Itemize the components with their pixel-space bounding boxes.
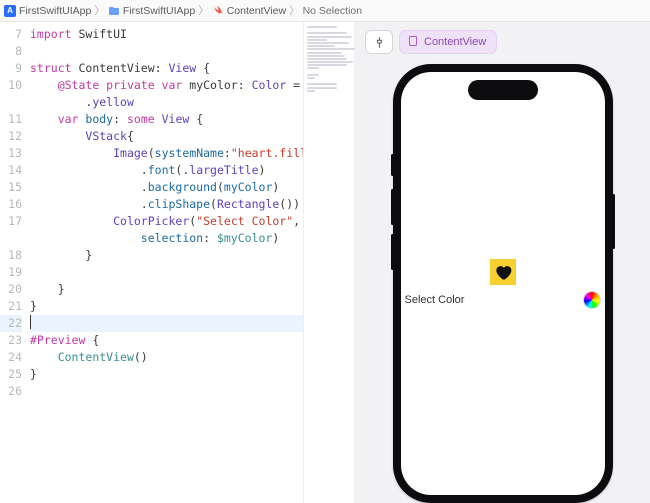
app-icon: A xyxy=(4,5,16,17)
breadcrumb-app[interactable]: A FirstSwiftUIApp xyxy=(4,5,91,17)
device-side-button xyxy=(391,234,394,270)
device-side-button xyxy=(612,194,615,249)
heart-image xyxy=(490,259,516,285)
color-picker-row[interactable]: Select Color xyxy=(401,291,605,309)
breadcrumb-folder-label: FirstSwiftUIApp xyxy=(123,5,195,17)
preview-selector-label: ContentView xyxy=(424,36,486,48)
folder-icon xyxy=(108,5,120,17)
canvas-toolbar: ContentView xyxy=(355,22,650,54)
code-area[interactable]: import SwiftUIstruct ContentView: View {… xyxy=(28,22,303,503)
preview-icon xyxy=(407,35,419,50)
breadcrumb-folder[interactable]: FirstSwiftUIApp xyxy=(108,5,195,17)
app-preview-content: Select Color xyxy=(401,72,605,495)
breadcrumb-app-label: FirstSwiftUIApp xyxy=(19,5,91,17)
code-editor[interactable]: 7891011121314151617181920212223242526 im… xyxy=(0,22,303,503)
chevron-right-icon: 〉 xyxy=(198,3,209,18)
device-side-button xyxy=(391,189,394,225)
color-wheel-icon[interactable] xyxy=(583,291,601,309)
breadcrumb-file-label: ContentView xyxy=(227,5,286,17)
chevron-right-icon: 〉 xyxy=(94,3,105,18)
device-screen: Select Color xyxy=(401,72,605,495)
pin-preview-button[interactable] xyxy=(365,30,393,54)
breadcrumb-selection-label: No Selection xyxy=(303,5,363,17)
preview-selector[interactable]: ContentView xyxy=(399,30,497,54)
color-picker-label: Select Color xyxy=(405,294,465,306)
swift-file-icon xyxy=(212,5,224,17)
breadcrumb-bar: A FirstSwiftUIApp 〉 FirstSwiftUIApp 〉 Co… xyxy=(0,0,650,22)
breadcrumb-selection[interactable]: No Selection xyxy=(303,5,363,17)
device-frame: Select Color xyxy=(393,64,613,503)
device-side-button xyxy=(391,154,394,176)
minimap[interactable] xyxy=(303,22,355,503)
preview-canvas: ContentView Select Color xyxy=(355,22,650,503)
line-gutter: 7891011121314151617181920212223242526 xyxy=(0,22,28,503)
breadcrumb-file[interactable]: ContentView xyxy=(212,5,286,17)
chevron-right-icon: 〉 xyxy=(289,3,300,18)
